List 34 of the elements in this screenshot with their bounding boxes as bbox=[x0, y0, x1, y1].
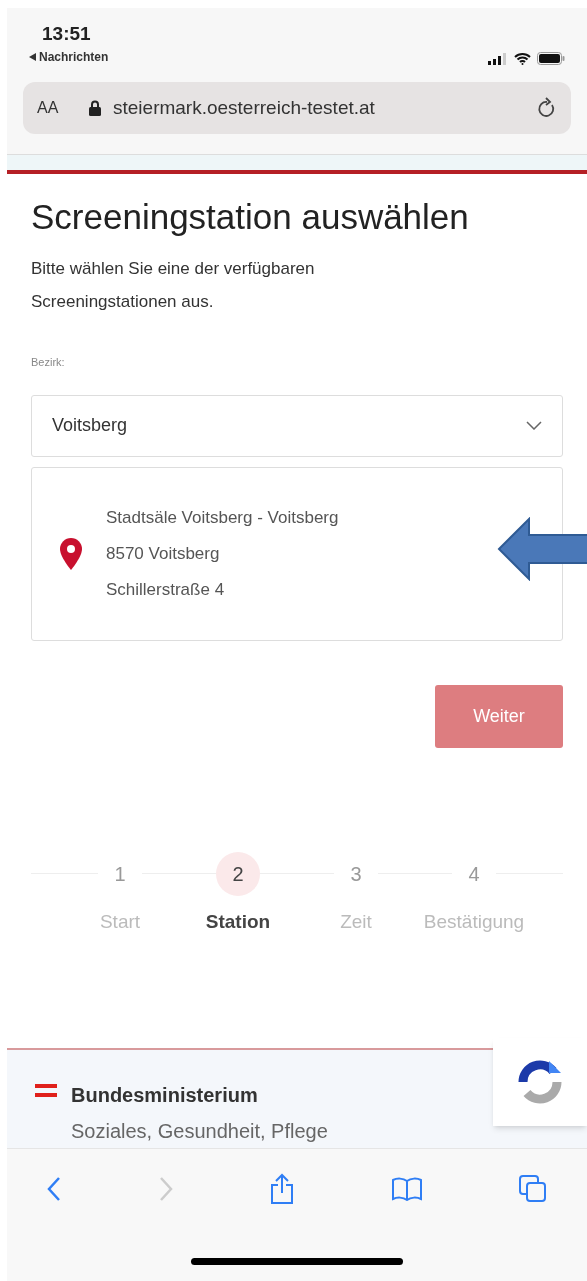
location-pin-icon bbox=[60, 537, 82, 570]
page-title: Screeningstation auswählen bbox=[31, 196, 470, 238]
chevron-down-icon bbox=[526, 421, 542, 430]
district-dropdown[interactable]: Voitsberg bbox=[31, 394, 563, 457]
recaptcha-badge[interactable] bbox=[493, 1038, 587, 1126]
step-label: Start bbox=[99, 909, 141, 934]
step-label: Bestätigung bbox=[423, 909, 525, 934]
back-to-app-link[interactable]: Nachrichten bbox=[29, 48, 109, 66]
step-number: 2 bbox=[216, 851, 260, 896]
station-city: 8570 Voitsberg bbox=[106, 542, 221, 565]
back-chevron-icon[interactable] bbox=[47, 1175, 61, 1202]
tabs-icon[interactable] bbox=[519, 1174, 547, 1203]
district-label: Bezirk: bbox=[31, 355, 66, 370]
station-card[interactable]: Stadtsäle Voitsberg - Voitsberg 8570 Voitsberg Schillerstraße 4 bbox=[31, 466, 563, 641]
reload-icon[interactable] bbox=[537, 97, 557, 119]
station-name: Stadtsäle Voitsberg - Voitsberg bbox=[106, 506, 339, 529]
back-triangle-icon bbox=[29, 53, 36, 61]
text-size-button[interactable]: AA bbox=[37, 96, 77, 120]
lock-icon bbox=[89, 100, 101, 116]
share-icon[interactable] bbox=[270, 1172, 294, 1205]
instruction-text: Bitte wählen Sie eine der verfügbaren Screeningstationen aus. bbox=[31, 258, 316, 313]
austria-flag-icon bbox=[35, 1084, 57, 1098]
ministry-department: Soziales, Gesundheit, Pflege bbox=[71, 1119, 328, 1144]
book-icon[interactable] bbox=[391, 1176, 422, 1201]
url-text: steiermark.oesterreich-testet.at bbox=[113, 95, 376, 120]
ministry-name: Bundesministerium bbox=[71, 1083, 259, 1108]
signal-icon bbox=[488, 52, 508, 65]
step-label: Zeit bbox=[340, 909, 372, 934]
step-label: Station bbox=[205, 909, 271, 934]
station-street: Schillerstraße 4 bbox=[106, 578, 226, 601]
wifi-icon bbox=[514, 52, 531, 65]
clock-time: 13:51 bbox=[42, 22, 92, 46]
address-bar[interactable]: AA steiermark.oesterreich-testet.at bbox=[23, 82, 571, 134]
battery-icon bbox=[537, 52, 565, 65]
